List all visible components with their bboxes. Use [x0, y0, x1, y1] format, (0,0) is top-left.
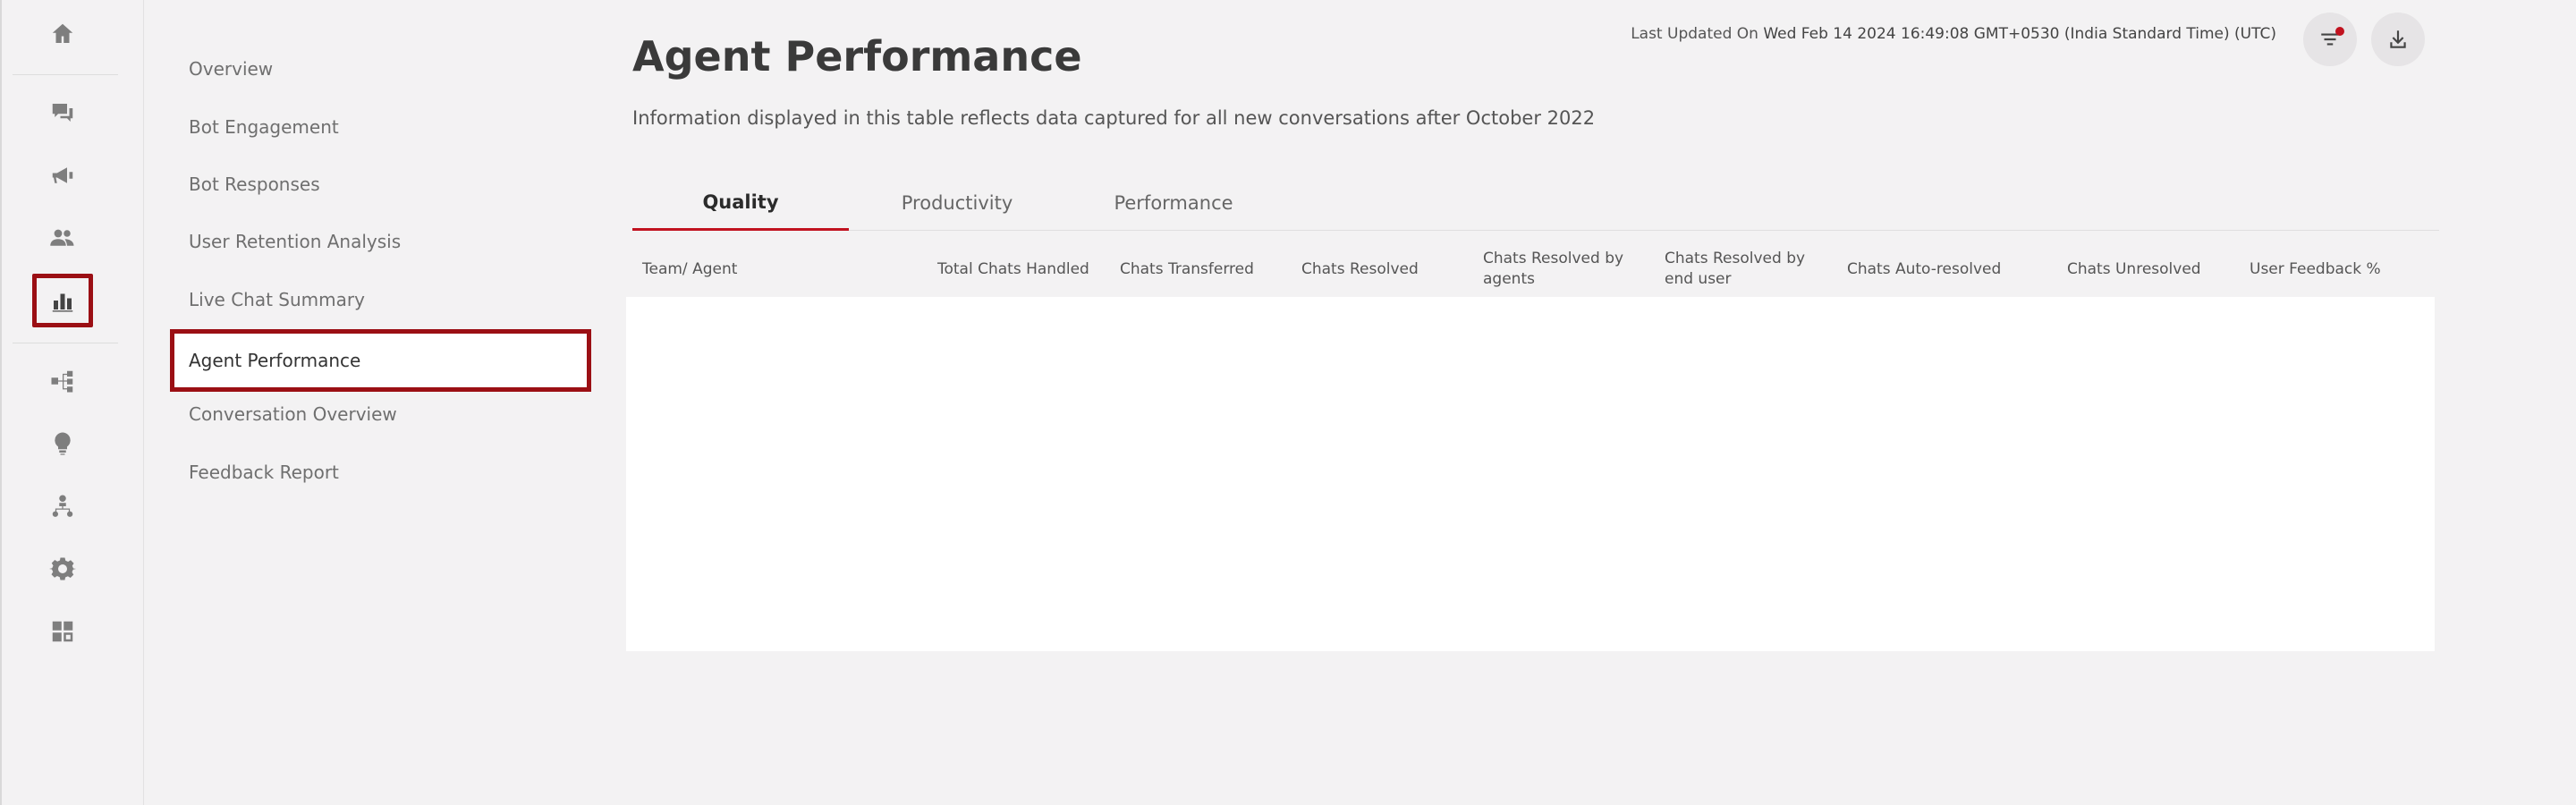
filter-active-dot: [2335, 27, 2344, 36]
column-header-team-agent[interactable]: Team/ Agent: [642, 259, 911, 280]
subnav-item-agent-performance[interactable]: Agent Performance: [170, 329, 591, 392]
column-header-chats-resolved-by-agents[interactable]: Chats Resolved by agents: [1483, 249, 1640, 290]
column-header-chats-transferred[interactable]: Chats Transferred: [1120, 259, 1290, 280]
subnav-item-overview[interactable]: Overview: [189, 55, 273, 82]
column-header-chats-unresolved[interactable]: Chats Unresolved: [2067, 259, 2237, 280]
column-header-chats-resolved-by-end-user[interactable]: Chats Resolved by end user: [1665, 249, 1835, 290]
subnav-item-bot-responses[interactable]: Bot Responses: [189, 171, 320, 198]
subnav-item-bot-engagement[interactable]: Bot Engagement: [189, 114, 339, 140]
lightbulb-icon[interactable]: [32, 417, 93, 470]
org-chart-icon[interactable]: [32, 479, 93, 533]
subnav-item-label: Agent Performance: [189, 350, 361, 371]
users-icon[interactable]: [32, 211, 93, 265]
column-header-chats-resolved[interactable]: Chats Resolved: [1301, 259, 1471, 280]
home-icon[interactable]: [32, 7, 93, 61]
filter-button[interactable]: [2303, 13, 2357, 66]
last-updated-value: Wed Feb 14 2024 16:49:08 GMT+0530 (India…: [1763, 25, 2276, 43]
report-tabs: Quality Productivity Performance: [632, 175, 2439, 231]
subnav-item-user-retention-analysis[interactable]: User Retention Analysis: [189, 228, 401, 255]
download-button[interactable]: [2371, 13, 2425, 66]
icon-rail: [0, 0, 122, 805]
bar-chart-icon[interactable]: [32, 274, 93, 327]
tab-quality[interactable]: Quality: [632, 175, 849, 231]
subnav-item-live-chat-summary[interactable]: Live Chat Summary: [189, 286, 365, 313]
nav-divider: [143, 0, 144, 805]
column-header-chats-auto-resolved[interactable]: Chats Auto-resolved: [1847, 259, 2053, 280]
rail-divider: [13, 74, 118, 75]
workflow-icon[interactable]: [32, 354, 93, 408]
integrations-icon[interactable]: [32, 605, 93, 658]
last-updated: Last Updated On Wed Feb 14 2024 16:49:08…: [1631, 25, 2276, 43]
table-header: Team/ Agent Total Chats Handled Chats Tr…: [626, 242, 2435, 297]
download-icon: [2390, 30, 2406, 48]
subnav-item-conversation-overview[interactable]: Conversation Overview: [189, 401, 397, 428]
subnav-item-feedback-report[interactable]: Feedback Report: [189, 459, 339, 486]
page-title: Agent Performance: [632, 32, 1082, 80]
last-updated-label: Last Updated On: [1631, 25, 1758, 43]
page-subtitle: Information displayed in this table refl…: [632, 107, 1596, 129]
tab-performance[interactable]: Performance: [1065, 175, 1282, 231]
chat-icon[interactable]: [32, 86, 93, 140]
tab-productivity[interactable]: Productivity: [849, 175, 1065, 231]
gear-icon[interactable]: [32, 542, 93, 596]
megaphone-icon[interactable]: [32, 148, 93, 202]
column-header-user-feedback[interactable]: User Feedback %: [2250, 259, 2419, 280]
column-header-total-chats-handled[interactable]: Total Chats Handled: [937, 259, 1107, 280]
table-body: [626, 297, 2435, 651]
